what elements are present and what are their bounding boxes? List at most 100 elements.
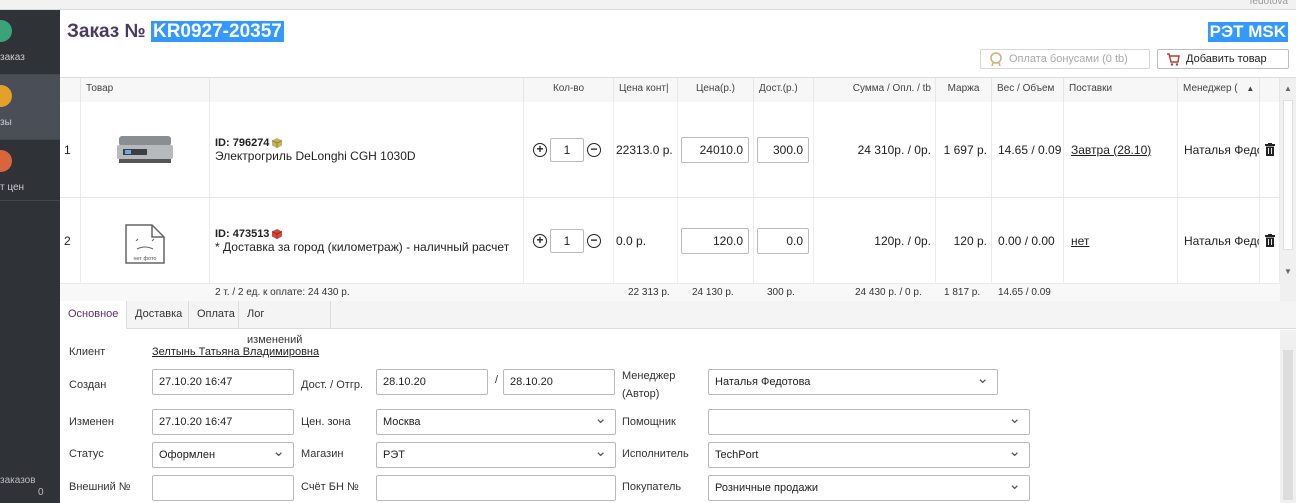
sort-asc-icon: ▲ [1246, 84, 1255, 93]
table-row[interactable]: 2 нет фото ID: 473513 * Доставка за горо… [60, 198, 1280, 284]
manager-label: Менеджер [622, 370, 676, 382]
minus-icon[interactable]: − [587, 142, 601, 157]
product-name[interactable]: * Доставка за город (километраж) - налич… [215, 240, 509, 254]
ship-to-field[interactable]: 28.10.20 [503, 369, 615, 395]
invoice-label: Счёт БН № [301, 481, 359, 493]
add-product-button[interactable]: Добавить товар [1157, 49, 1289, 69]
qty-input[interactable]: 1 [550, 137, 584, 162]
electric-grill-image [117, 135, 173, 163]
manager-value: Наталья Федо [1178, 102, 1260, 197]
client-label: Клиент [69, 346, 106, 358]
status-label: Статус [69, 448, 104, 460]
trash-icon[interactable] [1264, 234, 1275, 247]
col-product[interactable]: Товар [81, 78, 210, 102]
scrollbar-thumb[interactable] [1283, 100, 1293, 250]
tab-delivery[interactable]: Доставка [127, 301, 189, 329]
tab-main[interactable]: Основное [60, 301, 127, 329]
totals-items: 2 т. / 2 ед. к оплате: 24 430 р. [215, 287, 350, 298]
weight-value: 0.00 / 0.00 [992, 198, 1064, 283]
qty-stepper: + 1 − [524, 102, 614, 197]
zone-select[interactable]: Москва [376, 407, 616, 435]
totals-margin: 1 817 р. [944, 287, 981, 298]
created-label: Создан [69, 379, 107, 391]
scrollbar-thumb[interactable] [1283, 350, 1293, 500]
col-qty[interactable]: Кол-во [524, 78, 614, 102]
external-number-label: Внешний № [69, 481, 131, 493]
invoice-field[interactable] [376, 475, 616, 501]
margin-value: 1 697 р. [936, 102, 992, 197]
col-weight[interactable]: Вес / Объем [992, 78, 1064, 102]
product-image[interactable] [81, 102, 210, 197]
sidebar-item-label: заказ [0, 52, 25, 63]
col-delivery[interactable]: Дост.(р.) [754, 78, 814, 102]
sidebar: заказ зы т цен заказов 0 [0, 10, 60, 503]
contract-price: 22313.0 р. [614, 102, 678, 197]
orders-icon [0, 85, 12, 107]
bonus-icon [990, 52, 1002, 66]
scroll-down-icon[interactable]: ▼ [1284, 267, 1292, 276]
pay-bonus-button[interactable]: Оплата бонусами (0 tb) [980, 49, 1150, 69]
status-select[interactable]: Оформлен [152, 440, 294, 468]
col-contract-price[interactable]: Цена конт| [614, 78, 678, 102]
product-image[interactable]: нет фото [81, 198, 210, 283]
supplies-link[interactable]: Завтра (28.10) [1071, 143, 1151, 157]
order-number: KR0927-20357 [150, 21, 284, 42]
sidebar-item-label: т цен [0, 182, 25, 193]
created-field[interactable]: 27.10.20 16:47 [152, 369, 294, 395]
delivery-input[interactable]: 300.0 [757, 136, 809, 163]
col-sum[interactable]: Сумма / Опл. / tb [814, 78, 936, 102]
top-bar: fedotova [0, 0, 1296, 10]
qty-input[interactable]: 1 [550, 228, 584, 253]
external-number-field[interactable] [152, 475, 294, 501]
col-price[interactable]: Цена(р.) [678, 78, 754, 102]
sidebar-item-orders[interactable]: зы [0, 75, 60, 139]
executor-select[interactable]: TechPort [708, 440, 1030, 468]
table-row[interactable]: 1 ID: 796274 Электрогриль DeLonghi CGH 1… [60, 102, 1280, 198]
changed-field[interactable]: 27.10.20 16:47 [152, 409, 294, 435]
price-input[interactable]: 24010.0 [681, 136, 749, 163]
shop-select[interactable]: РЭТ [376, 440, 616, 468]
sidebar-item-order[interactable]: заказ [0, 10, 60, 74]
product-id: ID: 473513 [215, 227, 270, 240]
executor-label: Исполнитель [622, 448, 689, 460]
product-info: ID: 796274 Электрогриль DeLonghi CGH 103… [210, 102, 524, 197]
delivery-input[interactable]: 0.0 [757, 227, 809, 254]
grid-scrollbar[interactable]: ▲ ▼ [1280, 78, 1296, 301]
minus-icon[interactable]: − [587, 233, 601, 248]
sidebar-orders-counter: заказов 0 [0, 475, 44, 498]
sum-value: 120р. / 0р. [814, 198, 936, 283]
cart-icon [1167, 53, 1180, 66]
plus-icon[interactable]: + [533, 142, 547, 157]
client-link[interactable]: Зелтынь Татьяна Владимировна [152, 346, 319, 358]
col-manager[interactable]: Менеджер ( ▲ [1178, 78, 1260, 102]
shop-label: Магазин [301, 448, 344, 460]
tab-change-log[interactable]: Лог изменений [239, 301, 331, 346]
supplies-link[interactable]: нет [1071, 234, 1089, 248]
buyer-select[interactable]: Розничные продажи [708, 473, 1030, 501]
stock-cube-icon [272, 137, 283, 148]
col-supplies[interactable]: Поставки [1064, 78, 1178, 102]
tab-payment[interactable]: Оплата [189, 301, 239, 329]
ship-separator: / [495, 374, 499, 386]
totals-price: 24 130 р. [692, 287, 734, 298]
stock-cube-icon [272, 228, 283, 239]
helper-select[interactable] [708, 407, 1030, 435]
totals-row: 2 т. / 2 ед. к оплате: 24 430 р. 22 313 … [60, 284, 1280, 301]
trash-icon[interactable] [1264, 143, 1275, 156]
product-name[interactable]: Электрогриль DeLonghi CGH 1030D [215, 149, 416, 163]
form-scrollbar[interactable] [1280, 330, 1296, 503]
totals-contract: 22 313 р. [628, 287, 670, 298]
changed-label: Изменен [69, 416, 114, 428]
row-number: 2 [60, 198, 81, 283]
sidebar-item-label: зы [0, 117, 12, 128]
buyer-label: Покупатель [622, 481, 682, 493]
col-margin[interactable]: Маржа [936, 78, 992, 102]
ship-from-field[interactable]: 28.10.20 [376, 369, 488, 395]
detail-tabs: Основное Доставка Оплата Лог изменений [60, 301, 1296, 346]
plus-icon[interactable]: + [533, 233, 547, 248]
order-items-grid: Товар Кол-во Цена конт| Цена(р.) Дост.(р… [60, 77, 1296, 301]
manager-select[interactable]: Наталья Федотова [708, 367, 998, 395]
sidebar-item-price-check[interactable]: т цен [0, 140, 60, 204]
price-input[interactable]: 120.0 [681, 227, 749, 254]
scroll-up-icon[interactable]: ▲ [1284, 84, 1292, 93]
